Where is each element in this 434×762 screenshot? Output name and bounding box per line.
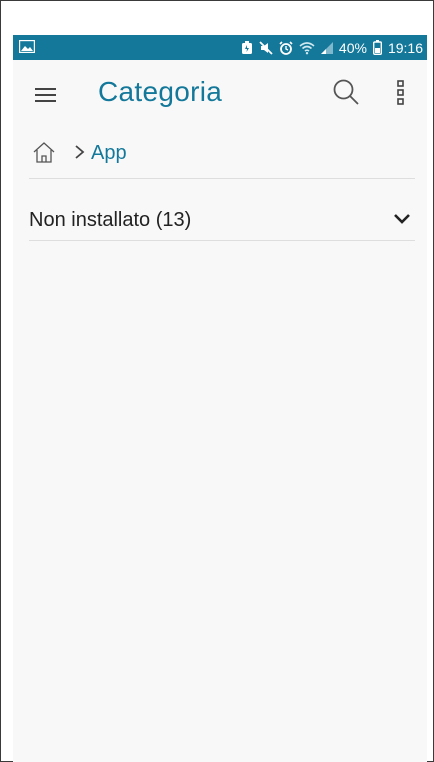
phone-screen: 40% 19:16 Categoria App Non installato (… <box>13 35 427 762</box>
mute-icon <box>259 40 273 55</box>
clock: 19:16 <box>387 39 423 56</box>
home-icon <box>33 142 55 163</box>
more-vert-icon <box>397 80 404 105</box>
signal-icon <box>320 41 333 54</box>
section-label: Non installato (13) <box>29 209 192 231</box>
wifi-icon <box>299 41 315 55</box>
status-icons: 40% 19:16 <box>241 38 423 57</box>
battery-percent: 40% <box>338 39 367 56</box>
more-options-button[interactable] <box>393 78 409 108</box>
search-button[interactable] <box>331 77 361 107</box>
breadcrumb-home[interactable] <box>32 140 56 164</box>
app-bar: Categoria <box>13 60 427 128</box>
device-frame: 40% 19:16 Categoria App Non installato (… <box>0 0 434 762</box>
chevron-right-icon <box>73 142 87 162</box>
alarm-icon <box>279 40 293 55</box>
section-header-not-installed[interactable]: Non installato (13) <box>29 192 415 241</box>
menu-icon <box>35 88 56 102</box>
breadcrumb-current[interactable]: App <box>91 142 127 165</box>
menu-button[interactable] <box>31 80 61 110</box>
battery-saver-icon <box>241 40 253 55</box>
chevron-down-icon <box>393 212 411 224</box>
breadcrumb: App <box>29 136 415 179</box>
search-icon <box>333 79 359 105</box>
battery-icon <box>372 40 382 55</box>
image-icon <box>18 39 36 54</box>
page-title: Categoria <box>98 76 223 107</box>
status-bar: 40% 19:16 <box>13 35 427 60</box>
